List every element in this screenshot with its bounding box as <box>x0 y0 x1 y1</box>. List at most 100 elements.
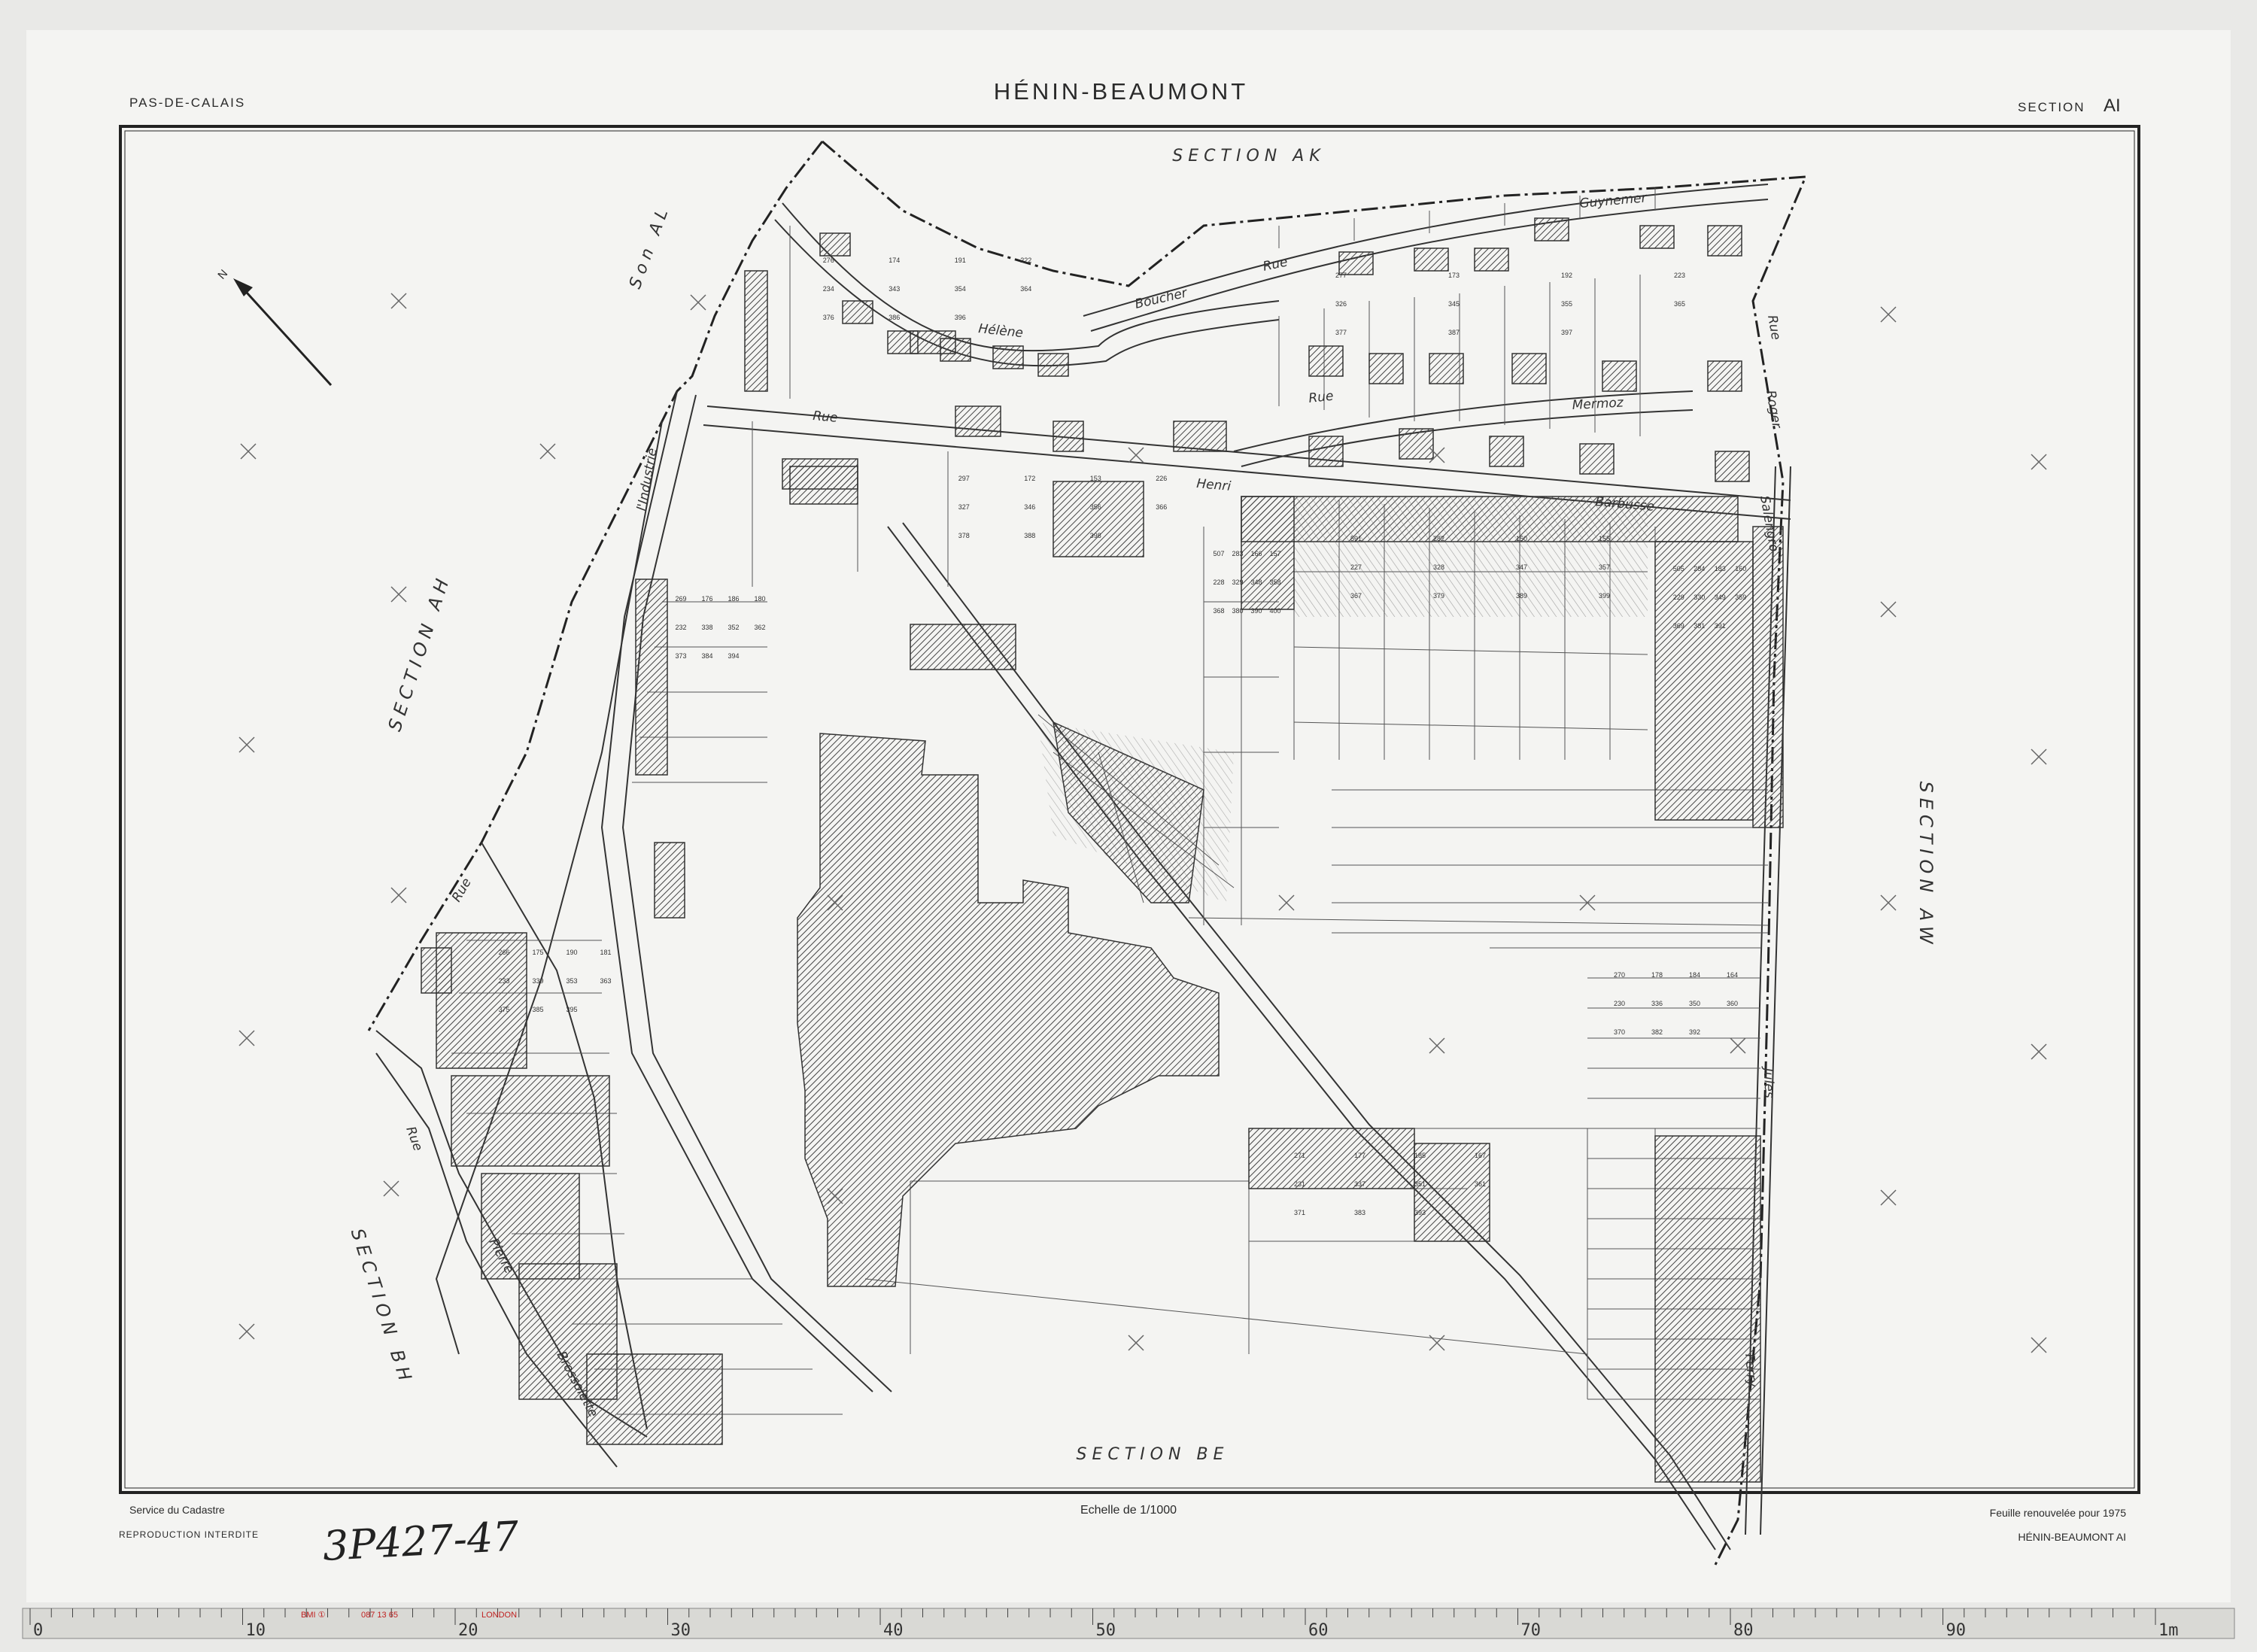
street-rue-3: Rue <box>813 408 839 426</box>
parcel-number: 383 <box>1354 1209 1365 1216</box>
parcel-number: 167 <box>1475 1152 1486 1159</box>
parcel-number: 381 <box>1694 622 1705 630</box>
parcel-number: 385 <box>533 1006 544 1013</box>
parcel-number: 388 <box>1024 532 1035 539</box>
parcel-number: 369 <box>1673 622 1684 630</box>
parcel-number: 399 <box>1599 592 1610 600</box>
parcel-number: 357 <box>1599 563 1610 571</box>
street-ferry: Ferry <box>1742 1353 1760 1389</box>
parcel-number: 395 <box>567 1006 578 1013</box>
ruler-label: 70 <box>1521 1621 1542 1640</box>
parcel-number: 368 <box>1214 607 1225 615</box>
parcel-number: 350 <box>1689 1000 1700 1007</box>
parcel-number: 150 <box>1516 535 1527 542</box>
ruler-label: 90 <box>1946 1621 1967 1640</box>
section-id: AI <box>2104 96 2121 116</box>
parcel-number: 356 <box>1090 503 1101 511</box>
parcel-number: 178 <box>1651 971 1663 979</box>
parcel-number: 164 <box>1727 971 1738 979</box>
parcel-number: 398 <box>1090 532 1101 539</box>
ruler-label: 10 <box>246 1621 266 1640</box>
parcel-number: 366 <box>1156 503 1167 511</box>
parcel-number: 336 <box>1651 1000 1663 1007</box>
ruler-label: 30 <box>671 1621 691 1640</box>
parcel-number: 375 <box>499 1006 510 1013</box>
parcel-number: 276 <box>823 257 834 264</box>
section-ak-label: SECTION AK <box>1172 147 1325 166</box>
parcel-number: 155 <box>1599 535 1610 542</box>
parcel-number: 386 <box>889 314 900 321</box>
parcel-number: 367 <box>1350 592 1362 600</box>
parcel-number: 384 <box>702 652 713 660</box>
parcel-number: 371 <box>1294 1209 1305 1216</box>
parcel-number: 360 <box>1727 1000 1738 1007</box>
parcel-number: 378 <box>958 532 970 539</box>
parcel-number: 393 <box>1414 1209 1426 1216</box>
parcel-number: 297 <box>958 475 970 482</box>
ruler-label: 60 <box>1308 1621 1329 1640</box>
parcel-number: 330 <box>1694 594 1705 601</box>
parcel-number: 373 <box>676 652 687 660</box>
parcel-number: 380 <box>1232 607 1244 615</box>
parcel-number: 389 <box>1516 592 1527 600</box>
parcel-number: 396 <box>955 314 966 321</box>
ruler-label: 0 <box>33 1621 43 1640</box>
parcel-number: 284 <box>1694 565 1705 572</box>
parcel-number: 176 <box>702 595 713 603</box>
parcel-number: 233 <box>499 977 510 985</box>
parcel-number: 328 <box>1433 563 1444 571</box>
scale-label: Echelle de 1/1000 <box>1080 1504 1177 1517</box>
parcel-number: 338 <box>702 624 713 631</box>
parcel-number: 353 <box>567 977 578 985</box>
parcel-number: 397 <box>1561 329 1572 336</box>
commune-title: HÉNIN-BEAUMONT <box>994 78 1248 105</box>
parcel-number: 337 <box>1354 1180 1365 1188</box>
parcel-number: 270 <box>1614 971 1625 979</box>
parcel-number: 352 <box>728 624 740 631</box>
parcel-number: 229 <box>1673 594 1684 601</box>
parcel-number: 377 <box>1335 329 1347 336</box>
parcel-number: 591 <box>1350 535 1362 542</box>
parcel-number: 349 <box>1715 594 1726 601</box>
parcel-number: 269 <box>676 595 687 603</box>
sheet-ref-label: HÉNIN-BEAUMONT AI <box>2018 1531 2126 1543</box>
ruler-mark-1: BMI ① <box>301 1611 326 1620</box>
street-rue-2: Rue <box>1308 389 1334 406</box>
parcel-number: 190 <box>567 949 578 956</box>
section-be-label: SECTION BE <box>1077 1445 1229 1464</box>
parcel-number: 231 <box>1294 1180 1305 1188</box>
section-aw-label: SECTION AW <box>1915 781 1937 949</box>
department-label: PAS-DE-CALAIS <box>129 96 245 110</box>
parcel-number: 222 <box>1020 257 1031 264</box>
parcel-number: 191 <box>955 257 966 264</box>
ruler-label: 20 <box>458 1621 478 1640</box>
parcel-number: 283 <box>1232 550 1244 557</box>
parcel-number: 173 <box>1448 272 1460 279</box>
parcel-number: 400 <box>1270 607 1281 615</box>
street-henri: Henri <box>1196 476 1232 494</box>
parcel-number: 266 <box>499 949 510 956</box>
parcel-number: 359 <box>1735 594 1746 601</box>
parcel-number: 228 <box>1214 579 1225 586</box>
cadastral-map-sheet: PAS-DE-CALAIS HÉNIN-BEAUMONT SECTION AI … <box>22 30 2235 1640</box>
parcel-number: 329 <box>1232 579 1244 586</box>
renewed-label: Feuille renouvelée pour 1975 <box>1990 1507 2127 1519</box>
parcel-number: 362 <box>755 624 766 631</box>
parcel-number: 180 <box>755 595 766 603</box>
parcel-number: 277 <box>1335 272 1347 279</box>
reproduction-label: REPRODUCTION INTERDITE <box>119 1529 259 1540</box>
parcel-number: 391 <box>1715 622 1726 630</box>
parcel-number: 363 <box>600 977 612 985</box>
parcel-number: 507 <box>1214 550 1225 557</box>
parcel-number: 232 <box>676 624 687 631</box>
parcel-number: 183 <box>1715 565 1726 572</box>
parcel-number: 376 <box>823 314 834 321</box>
parcel-number: 166 <box>1251 550 1262 557</box>
parcel-number: 354 <box>955 285 966 293</box>
parcel-number: 351 <box>1414 1180 1426 1188</box>
measuring-ruler: 0 10 20 30 40 50 60 70 80 90 1m BMI ① 087 13 65 LO… <box>22 1608 2235 1640</box>
parcel-number: 387 <box>1448 329 1460 336</box>
parcel-number: 175 <box>533 949 544 956</box>
ruler-label: 1m <box>2158 1621 2179 1640</box>
ruler-label: 80 <box>1733 1621 1754 1640</box>
